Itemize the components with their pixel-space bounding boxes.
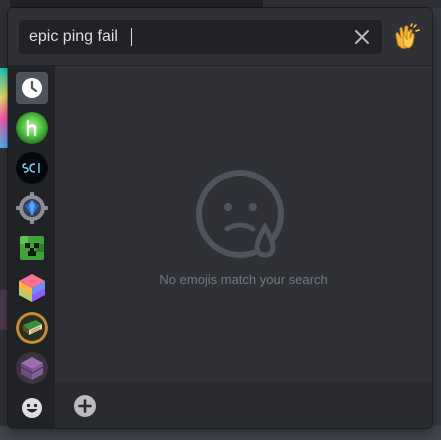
gear-gem-icon: [16, 192, 48, 224]
sci-icon: [16, 152, 48, 184]
search-bar: [19, 20, 382, 54]
picker-footer: [55, 382, 432, 428]
smiley-icon: [22, 398, 42, 418]
creeper-icon: [20, 236, 44, 260]
emoji-results-area: No emojis match your search: [55, 66, 432, 382]
clear-search-button[interactable]: [352, 27, 372, 47]
sidebar-item-server-2[interactable]: [16, 152, 48, 184]
sidebar-item-server-4[interactable]: [16, 232, 48, 264]
sidebar-item-server-7[interactable]: [16, 352, 48, 384]
sidebar-item-recent[interactable]: [16, 72, 48, 104]
rainbow-cube-icon: [19, 274, 45, 302]
green-h-icon: [16, 112, 48, 144]
sidebar-item-server-6[interactable]: [16, 312, 48, 344]
empty-results-message: No emojis match your search: [159, 272, 328, 287]
plus-icon: [74, 395, 96, 417]
book-icon: [16, 312, 48, 344]
sad-face-icon: [196, 170, 284, 258]
emoji-picker: No emojis match your search: [8, 8, 432, 428]
category-sidebar: [8, 66, 55, 428]
clapping-hands-icon: [395, 23, 420, 49]
emoji-search-input[interactable]: [19, 20, 339, 54]
picker-header: [8, 8, 432, 66]
sidebar-item-server-1[interactable]: [16, 112, 48, 144]
sidebar-item-server-3[interactable]: [16, 192, 48, 224]
close-icon: [355, 30, 369, 44]
background-top-bar: [0, 0, 441, 8]
background-message-input: [0, 426, 441, 440]
clock-icon: [22, 78, 42, 98]
sidebar-item-people[interactable]: [16, 392, 48, 424]
sidebar-item-server-5[interactable]: [16, 272, 48, 304]
add-emoji-button[interactable]: [73, 394, 97, 418]
text-caret: [131, 28, 132, 46]
purple-chest-icon: [16, 352, 48, 384]
skin-tone-button[interactable]: [392, 23, 420, 51]
